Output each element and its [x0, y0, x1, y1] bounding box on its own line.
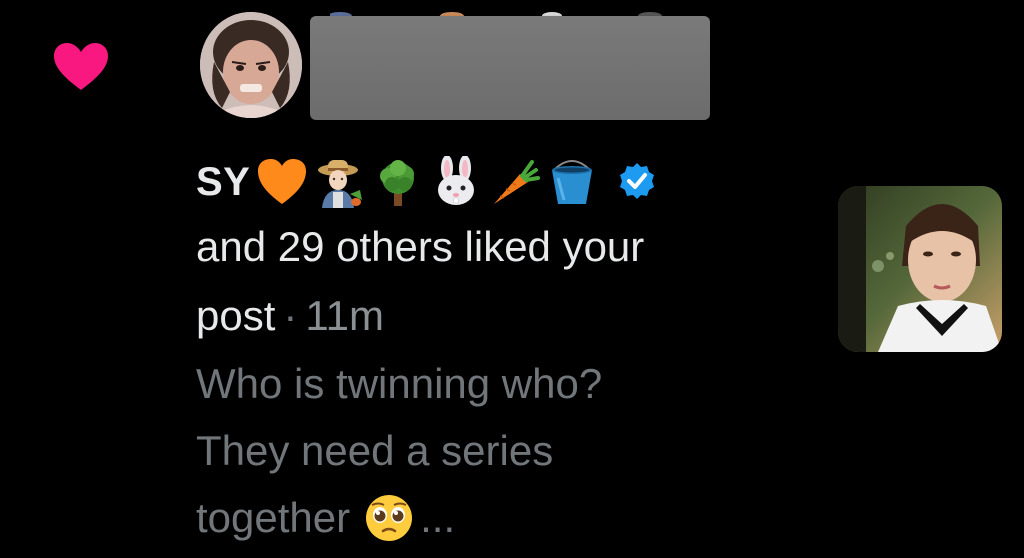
verified-badge-icon[interactable]: [616, 161, 658, 203]
timestamp: 11m: [305, 292, 384, 339]
woman-farmer-emoji: [314, 156, 366, 208]
bucket-emoji: [546, 156, 598, 208]
post-thumbnail[interactable]: [838, 186, 1002, 352]
name-row: SY: [196, 154, 658, 210]
tree-emoji: [372, 156, 424, 208]
avatar[interactable]: [200, 12, 302, 118]
post-snippet-line: They need a series: [196, 427, 554, 474]
post-snippet-line: Who is twinning who?: [196, 360, 603, 407]
truncation-ellipsis: ...: [420, 494, 456, 541]
pleading-face-emoji: [364, 493, 414, 543]
avatar-photo: [200, 12, 302, 118]
post-link[interactable]: post: [196, 292, 275, 339]
redaction-block: [310, 16, 710, 120]
like-notification[interactable]: SY and 29 others liked your post · 11m W…: [0, 0, 1024, 558]
carrot-emoji: [488, 156, 541, 208]
heart-icon: [54, 43, 108, 90]
rabbit-face-emoji: [430, 156, 482, 208]
post-snippet-line: together ...: [196, 493, 455, 543]
user-name[interactable]: SY: [196, 160, 250, 205]
orange-heart-emoji: [256, 156, 308, 208]
liked-summary: and 29 others liked your: [196, 223, 645, 270]
post-snippet-text: together: [196, 494, 351, 541]
separator: ·: [283, 292, 298, 339]
thumbnail-photo: [838, 186, 1002, 352]
post-meta: post · 11m: [196, 295, 384, 337]
